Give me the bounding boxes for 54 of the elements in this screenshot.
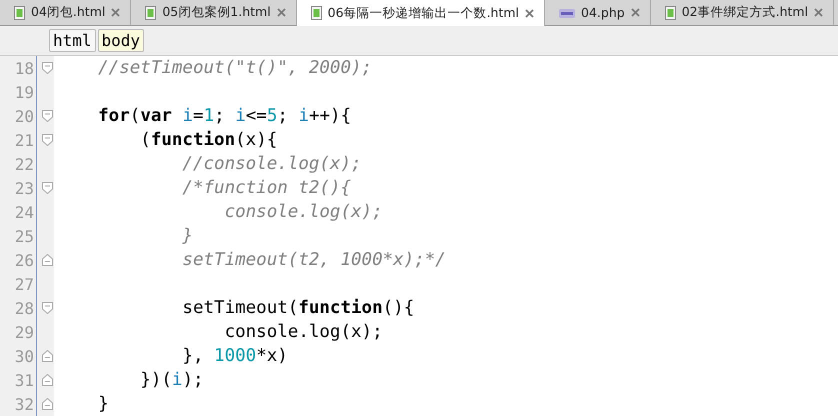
code-line: setTimeout(t2, 1000*x);*/ (181, 250, 446, 270)
line-number: 20 (14, 106, 34, 126)
code-line: (function(x){ (139, 130, 278, 150)
fold-icon[interactable] (42, 254, 53, 266)
close-icon[interactable] (630, 8, 640, 17)
line-number: 25 (14, 226, 34, 246)
code-line: for(var i=1; i<=5; i++){ (97, 106, 352, 126)
fold-icon[interactable] (42, 350, 53, 362)
file-tab[interactable]: 04闭包.html (0, 0, 132, 25)
html-file-icon (310, 6, 322, 20)
code-line: /*function t2(){ (181, 178, 352, 198)
code-line: } (97, 394, 109, 414)
fold-icon[interactable] (42, 302, 53, 314)
line-number: 28 (14, 298, 34, 318)
html-file-icon (14, 6, 25, 20)
file-tab[interactable]: 04.php (545, 0, 651, 25)
line-number: 26 (14, 250, 34, 270)
line-number: 31 (14, 370, 34, 390)
code-line: })(i); (139, 370, 204, 390)
line-number: 19 (14, 82, 34, 102)
code-line: console.log(x); (224, 322, 383, 342)
php-file-icon (559, 6, 576, 18)
line-number: 24 (14, 202, 34, 222)
fold-icon[interactable] (42, 62, 53, 74)
fold-icon[interactable] (42, 398, 53, 410)
fold-icon[interactable] (42, 182, 53, 194)
line-number: 32 (14, 394, 34, 414)
line-number: 21 (14, 130, 34, 150)
breadcrumb[interactable]: body (98, 29, 144, 52)
line-number: 23 (14, 178, 34, 198)
file-tab[interactable]: 02事件绑定方式.html (650, 0, 834, 25)
line-number: 18 (14, 58, 34, 78)
fold-icon[interactable] (42, 374, 53, 386)
line-number: 22 (14, 154, 34, 174)
line-number: 27 (14, 274, 34, 294)
file-tab[interactable]: 05闭包案例1.html (131, 0, 297, 25)
code-line: console.log(x); (224, 202, 383, 222)
breadcrumb[interactable]: html (49, 29, 96, 52)
fold-icon[interactable] (42, 110, 53, 122)
close-icon[interactable] (525, 8, 534, 18)
code-line: }, 1000*x) (181, 346, 288, 366)
code-line: } (181, 226, 193, 246)
fold-icon[interactable] (42, 134, 53, 146)
file-tab[interactable]: 06每隔一秒递增输出一个数.html (296, 0, 546, 26)
line-number: 29 (14, 322, 34, 342)
html-file-icon (145, 6, 156, 20)
close-icon[interactable] (814, 8, 824, 17)
close-icon[interactable] (111, 8, 120, 17)
line-number: 30 (14, 346, 34, 366)
code-line: //console.log(x); (181, 154, 362, 174)
html-file-icon (664, 6, 676, 20)
close-icon[interactable] (276, 8, 286, 17)
code-line: //setTimeout("t()", 2000); (97, 58, 372, 78)
code-line: setTimeout(function(){ (181, 298, 414, 318)
